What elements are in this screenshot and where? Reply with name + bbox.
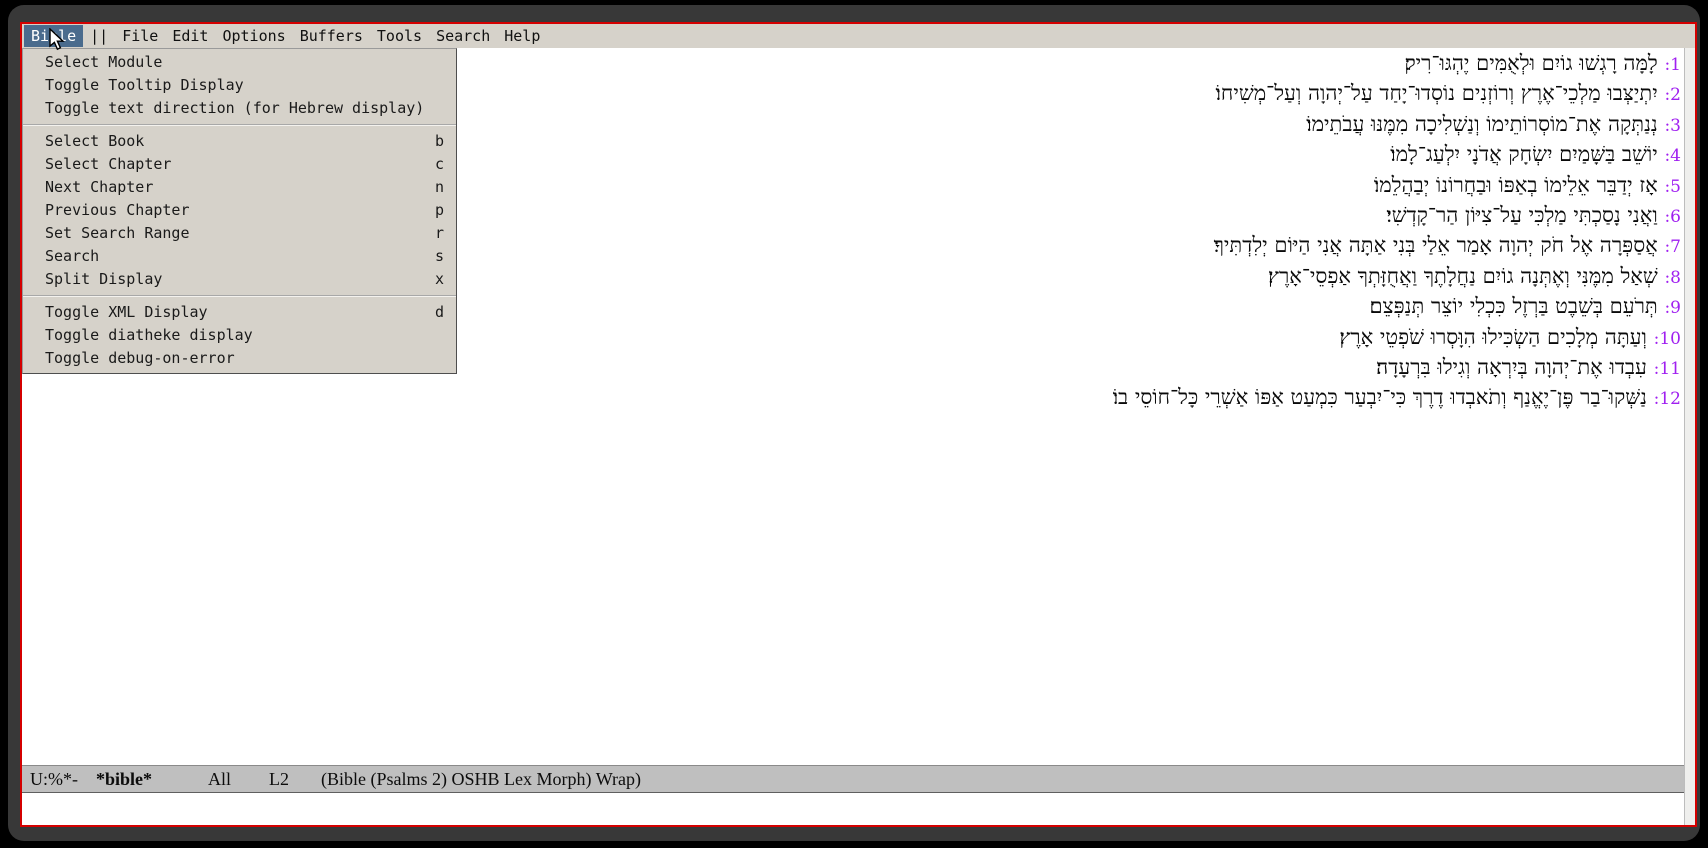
- modeline-position: All: [208, 769, 231, 790]
- verse-number: 12:: [1654, 389, 1681, 409]
- echo-area[interactable]: [22, 793, 1695, 825]
- menu-item-toggle-diatheke-display[interactable]: Toggle diatheke display: [23, 324, 456, 347]
- menu-separator: [23, 295, 456, 297]
- menu-item-shortcut: p: [435, 199, 444, 222]
- verse-text: נְנַתְּקָה אֶת־מוֹסְרוֹתֵימוֹ וְנַשְׁלִי…: [1306, 112, 1658, 136]
- menu-item-label: Toggle diatheke display: [45, 324, 444, 347]
- menu-item-set-search-range[interactable]: Set Search Ranger: [23, 222, 456, 245]
- verse-text: אֲסַפְּרָה אֶל חֹק יְהוָה אָמַר אֵלַי בְ…: [1214, 233, 1658, 257]
- verse-number: 5:: [1664, 177, 1681, 197]
- menubar-item-options[interactable]: Options: [215, 25, 292, 47]
- modeline-line-number: L2: [269, 769, 289, 790]
- verse-text: יוֹשֵׁב בַּשָּׁמַיִם יִשְׂחָק אֲדֹנָי יִ…: [1390, 142, 1658, 166]
- verse-line: 12: נַשְּׁקוּ־בַר פֶּן־יֶאֱנַף וְתֹאבְדו…: [22, 383, 1681, 413]
- verse-text: אָז יְדַבֵּר אֵלֵימוֹ בְאַפּוֹ וּבַחֲרוֹ…: [1374, 173, 1658, 197]
- scrollbar[interactable]: [1684, 48, 1695, 825]
- menu-item-label: Select Book: [45, 130, 435, 153]
- menubar-item-tools[interactable]: Tools: [370, 25, 429, 47]
- verse-number: 1:: [1664, 55, 1681, 75]
- menubar-item-file[interactable]: File: [115, 25, 165, 47]
- menu-item-toggle-xml-display[interactable]: Toggle XML Displayd: [23, 301, 456, 324]
- menu-item-search[interactable]: Searchs: [23, 245, 456, 268]
- modeline-modes: (Bible (Psalms 2) OSHB Lex Morph) Wrap): [321, 769, 641, 790]
- menu-item-select-book[interactable]: Select Bookb: [23, 130, 456, 153]
- verse-text: וַאֲנִי נָסַכְתִּי מַלְכִּי עַל־צִיּוֹן …: [1386, 203, 1658, 227]
- menu-item-previous-chapter[interactable]: Previous Chapterp: [23, 199, 456, 222]
- menubar-item-buffers-divider[interactable]: ||: [83, 25, 115, 47]
- bible-menu-popup: Select ModuleToggle Tooltip DisplayToggl…: [22, 48, 457, 374]
- verse-text: יִתְיַצְּבוּ מַלְכֵי־אֶרֶץ וְרוֹזְנִים נ…: [1216, 81, 1658, 105]
- verse-text: לָמָּה רָגְשׁוּ גוֹיִם וּלְאֻמִּים יֶהְג…: [1404, 51, 1657, 75]
- modeline-flags: U:%*-: [30, 769, 78, 790]
- menu-item-shortcut: b: [435, 130, 444, 153]
- menu-item-label: Split Display: [45, 268, 435, 291]
- verse-text: עִבְדוּ אֶת־יְהוָה בְּיִרְאָה וְגִילוּ ב…: [1376, 355, 1647, 379]
- menu-item-shortcut: r: [435, 222, 444, 245]
- verse-number: 2:: [1664, 85, 1681, 105]
- modeline-buffer-name: *bible*: [96, 769, 152, 790]
- menu-item-label: Next Chapter: [45, 176, 435, 199]
- menu-item-label: Set Search Range: [45, 222, 435, 245]
- emacs-frame: Bible||FileEditOptionsBuffersToolsSearch…: [20, 22, 1697, 827]
- menu-item-label: Select Module: [45, 51, 444, 74]
- mode-line: U:%*- *bible* All L2 (Bible (Psalms 2) O…: [22, 765, 1684, 793]
- menu-item-next-chapter[interactable]: Next Chaptern: [23, 176, 456, 199]
- menubar-item-search[interactable]: Search: [429, 25, 497, 47]
- menu-item-toggle-tooltip-display[interactable]: Toggle Tooltip Display: [23, 74, 456, 97]
- menu-item-shortcut: s: [435, 245, 444, 268]
- menu-item-label: Previous Chapter: [45, 199, 435, 222]
- verse-text: נַשְּׁקוּ־בַר פֶּן־יֶאֱנַף וְתֹאבְדוּ דֶ…: [1113, 385, 1647, 409]
- menu-item-toggle-debug-on-error[interactable]: Toggle debug-on-error: [23, 347, 456, 370]
- verse-number: 11:: [1654, 359, 1681, 379]
- menu-item-shortcut: n: [435, 176, 444, 199]
- verse-number: 6:: [1664, 207, 1681, 227]
- menubar-item-edit[interactable]: Edit: [165, 25, 215, 47]
- menu-item-shortcut: x: [435, 268, 444, 291]
- menu-separator: [23, 124, 456, 126]
- verse-number: 4:: [1664, 146, 1681, 166]
- verse-number: 8:: [1664, 268, 1681, 288]
- menu-bar: Bible||FileEditOptionsBuffersToolsSearch…: [22, 24, 1695, 48]
- verse-number: 7:: [1664, 237, 1681, 257]
- menu-item-toggle-text-direction-for-hebrew-display[interactable]: Toggle text direction (for Hebrew displa…: [23, 97, 456, 120]
- menu-item-label: Toggle XML Display: [45, 301, 435, 324]
- menubar-item-buffers[interactable]: Buffers: [293, 25, 370, 47]
- menu-item-label: Toggle Tooltip Display: [45, 74, 444, 97]
- menu-item-label: Search: [45, 245, 435, 268]
- menu-item-label: Toggle debug-on-error: [45, 347, 444, 370]
- menu-item-select-module[interactable]: Select Module: [23, 51, 456, 74]
- menu-item-shortcut: c: [435, 153, 444, 176]
- verse-text: שְׁאַל מִמֶּנִּי וְאֶתְּנָה גוֹיִם נַחֲל…: [1268, 264, 1658, 288]
- verse-text: תְּרֹעֵם בְּשֵׁבֶט בַּרְזֶל כִּכְלִי יוֹ…: [1370, 294, 1658, 318]
- menu-item-split-display[interactable]: Split Displayx: [23, 268, 456, 291]
- menubar-item-help[interactable]: Help: [497, 25, 547, 47]
- menu-item-select-chapter[interactable]: Select Chapterc: [23, 153, 456, 176]
- verse-text: וְעַתָּה מְלָכִים הַשְׂכִּילוּ הִוָּסְרו…: [1339, 325, 1647, 349]
- verse-number: 3:: [1664, 116, 1681, 136]
- mouse-cursor-icon: [48, 28, 70, 52]
- menu-item-shortcut: d: [435, 301, 444, 324]
- menu-item-label: Select Chapter: [45, 153, 435, 176]
- verse-number: 10:: [1654, 329, 1681, 349]
- menu-item-label: Toggle text direction (for Hebrew displa…: [45, 97, 444, 120]
- verse-number: 9:: [1664, 298, 1681, 318]
